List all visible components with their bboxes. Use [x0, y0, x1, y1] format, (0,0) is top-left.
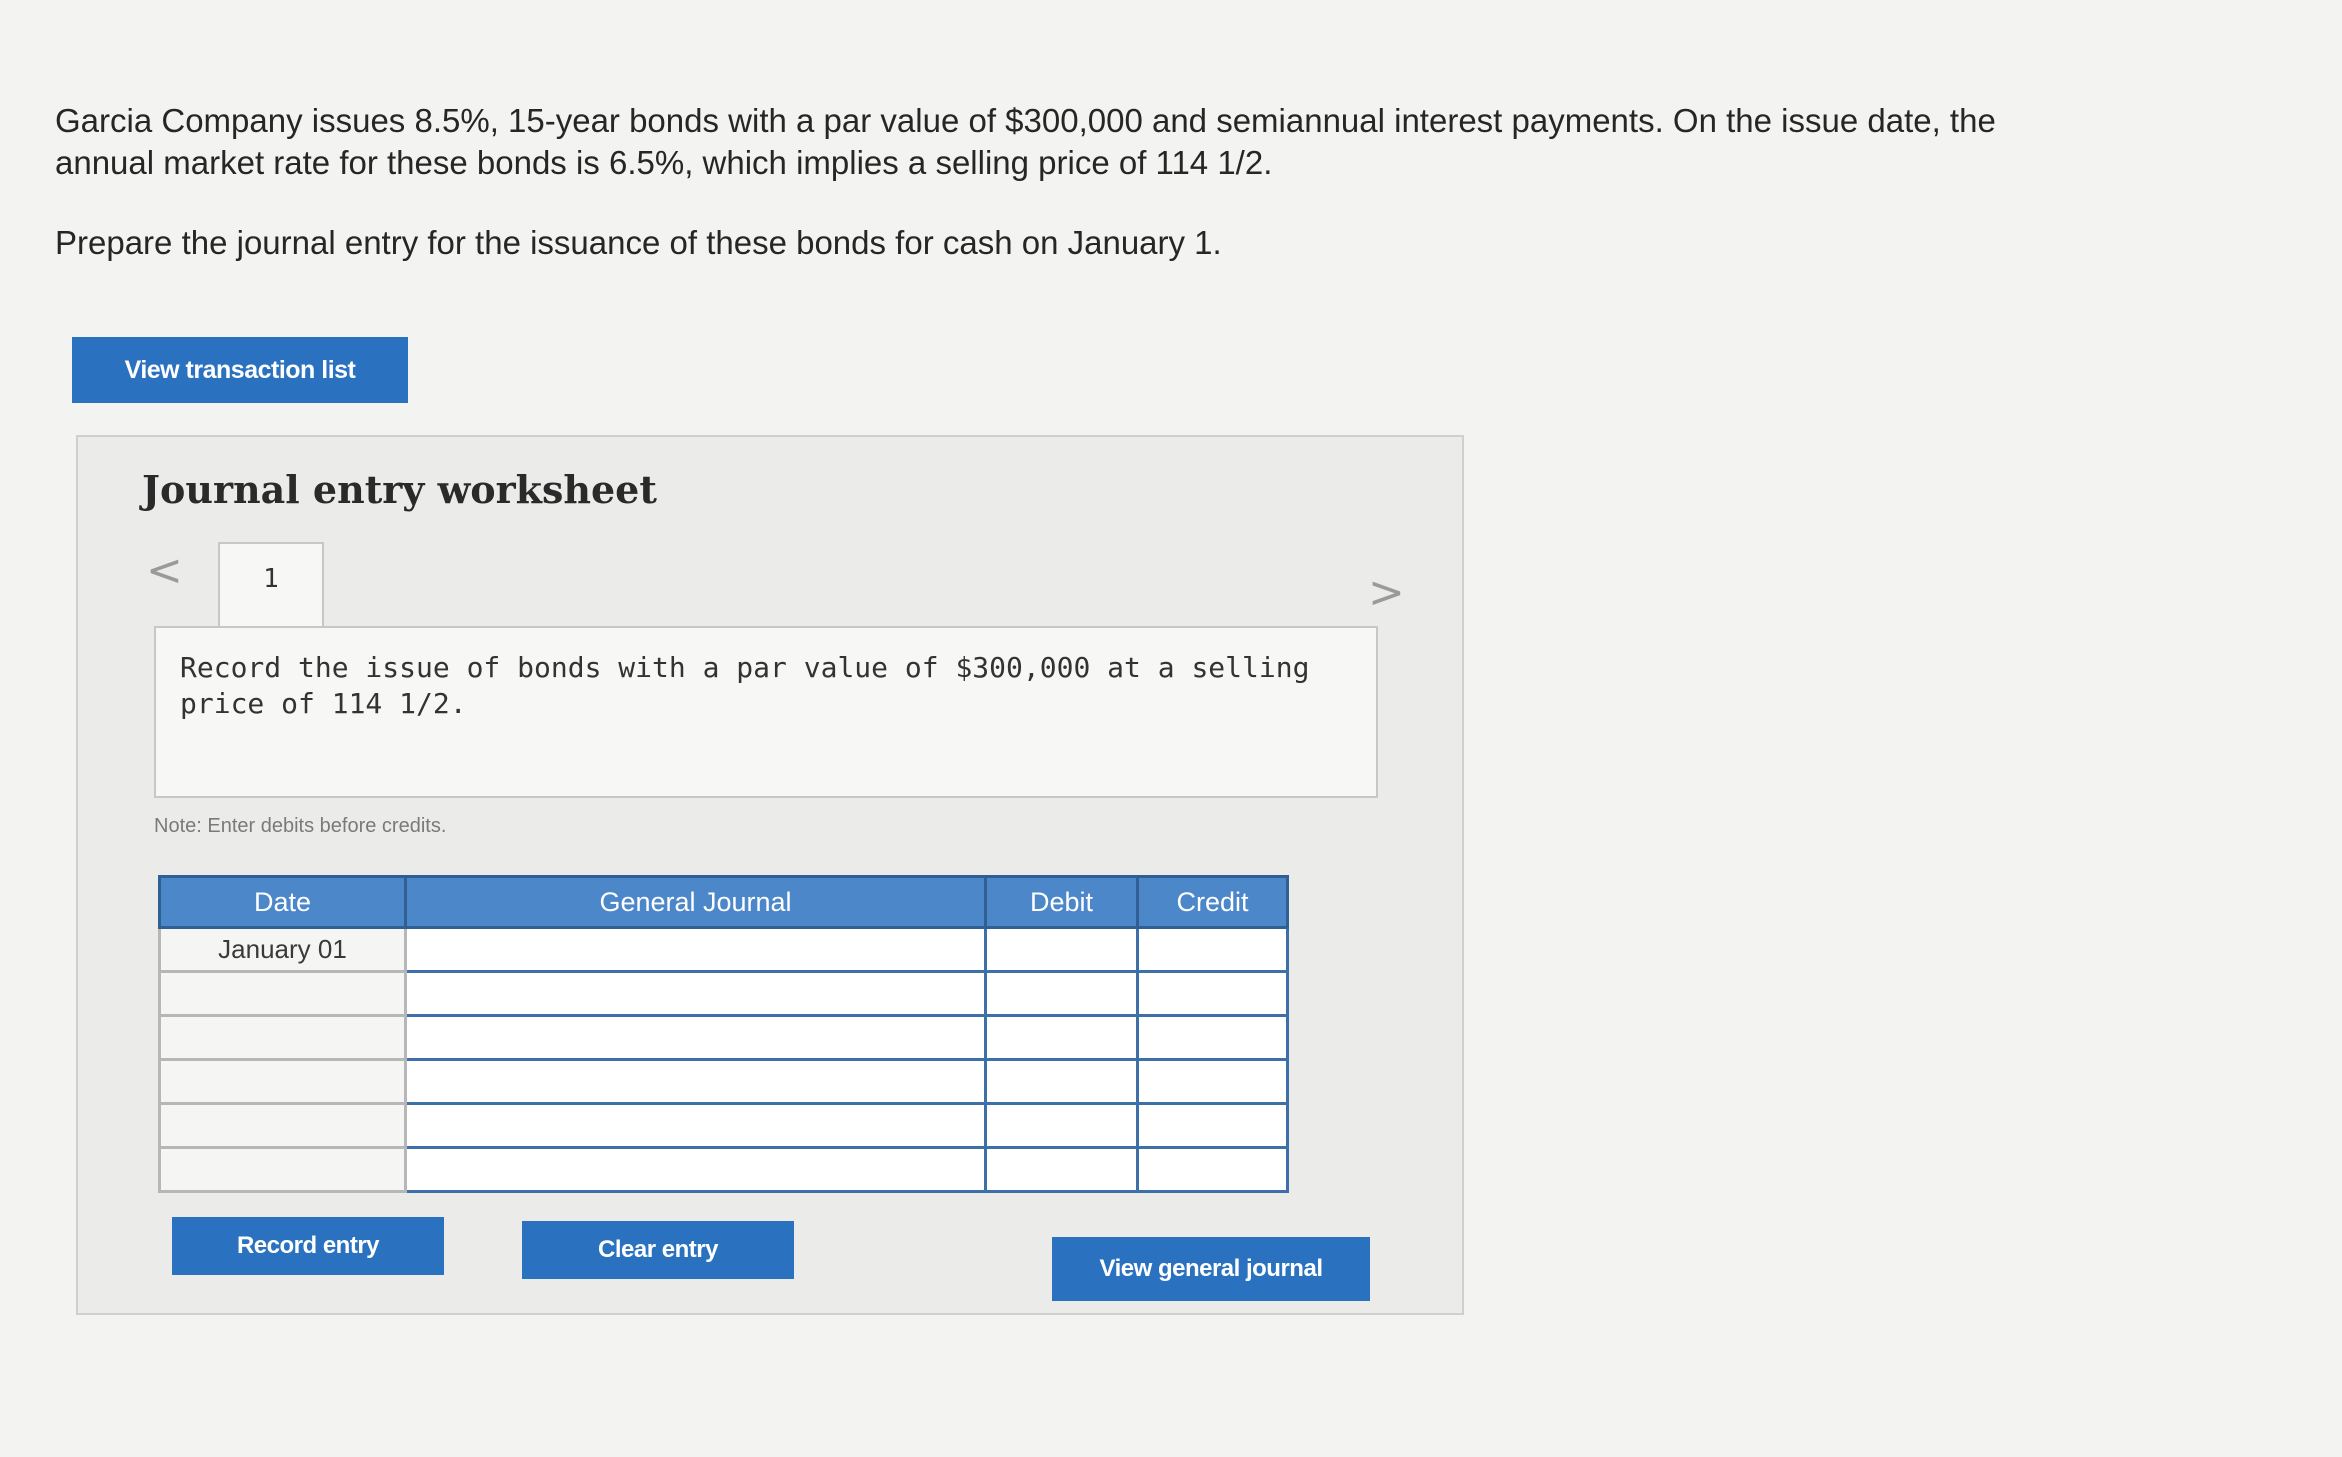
clear-entry-button[interactable]: Clear entry	[522, 1221, 794, 1279]
table-row	[158, 1102, 1289, 1149]
debit-field[interactable]	[984, 1146, 1139, 1193]
account-field[interactable]	[404, 1146, 987, 1193]
account-field[interactable]	[404, 1014, 987, 1061]
problem-statement: Garcia Company issues 8.5%, 15-year bond…	[55, 102, 1996, 181]
chevron-left-icon[interactable]: <	[146, 545, 183, 596]
table-row: January 01	[158, 926, 1289, 973]
transaction-description-text: Record the issue of bonds with a par val…	[180, 651, 1310, 720]
worksheet-title: Journal entry worksheet	[142, 467, 657, 512]
account-field[interactable]	[404, 926, 987, 973]
record-entry-button[interactable]: Record entry	[172, 1217, 444, 1275]
date-cell	[158, 1058, 407, 1105]
journal-entry-table: Date General Journal Debit Credit Januar…	[158, 875, 1289, 1193]
date-cell	[158, 970, 407, 1017]
journal-entry-worksheet: Journal entry worksheet < 1 > Record the…	[76, 435, 1464, 1315]
table-row	[158, 1014, 1289, 1061]
tab-1[interactable]: 1	[218, 542, 324, 628]
credit-field[interactable]	[1136, 1146, 1289, 1193]
account-field[interactable]	[404, 1102, 987, 1149]
date-cell: January 01	[158, 926, 407, 973]
credit-field[interactable]	[1136, 970, 1289, 1017]
credit-field[interactable]	[1136, 926, 1289, 973]
debit-field[interactable]	[984, 1102, 1139, 1149]
debit-field[interactable]	[984, 1014, 1139, 1061]
account-field[interactable]	[404, 970, 987, 1017]
date-cell	[158, 1102, 407, 1149]
view-transaction-list-button[interactable]: View transaction list	[72, 337, 408, 403]
credit-field[interactable]	[1136, 1058, 1289, 1105]
column-header-debit: Debit	[984, 875, 1139, 929]
date-cell	[158, 1014, 407, 1061]
column-header-credit: Credit	[1136, 875, 1289, 929]
column-header-date: Date	[158, 875, 407, 929]
transaction-description: Record the issue of bonds with a par val…	[154, 626, 1378, 798]
entry-note: Note: Enter debits before credits.	[154, 815, 447, 837]
table-header-row: Date General Journal Debit Credit	[158, 875, 1289, 929]
date-cell	[158, 1146, 407, 1193]
account-field[interactable]	[404, 1058, 987, 1105]
view-general-journal-button[interactable]: View general journal	[1052, 1237, 1370, 1301]
table-row	[158, 970, 1289, 1017]
table-row	[158, 1058, 1289, 1105]
chevron-right-icon[interactable]: >	[1368, 567, 1405, 618]
problem-text: Garcia Company issues 8.5%, 15-year bond…	[55, 100, 2055, 264]
credit-field[interactable]	[1136, 1014, 1289, 1061]
column-header-general-journal: General Journal	[404, 875, 987, 929]
credit-field[interactable]	[1136, 1102, 1289, 1149]
table-row	[158, 1146, 1289, 1193]
debit-field[interactable]	[984, 1058, 1139, 1105]
debit-field[interactable]	[984, 926, 1139, 973]
problem-instruction: Prepare the journal entry for the issuan…	[55, 224, 1222, 261]
debit-field[interactable]	[984, 970, 1139, 1017]
